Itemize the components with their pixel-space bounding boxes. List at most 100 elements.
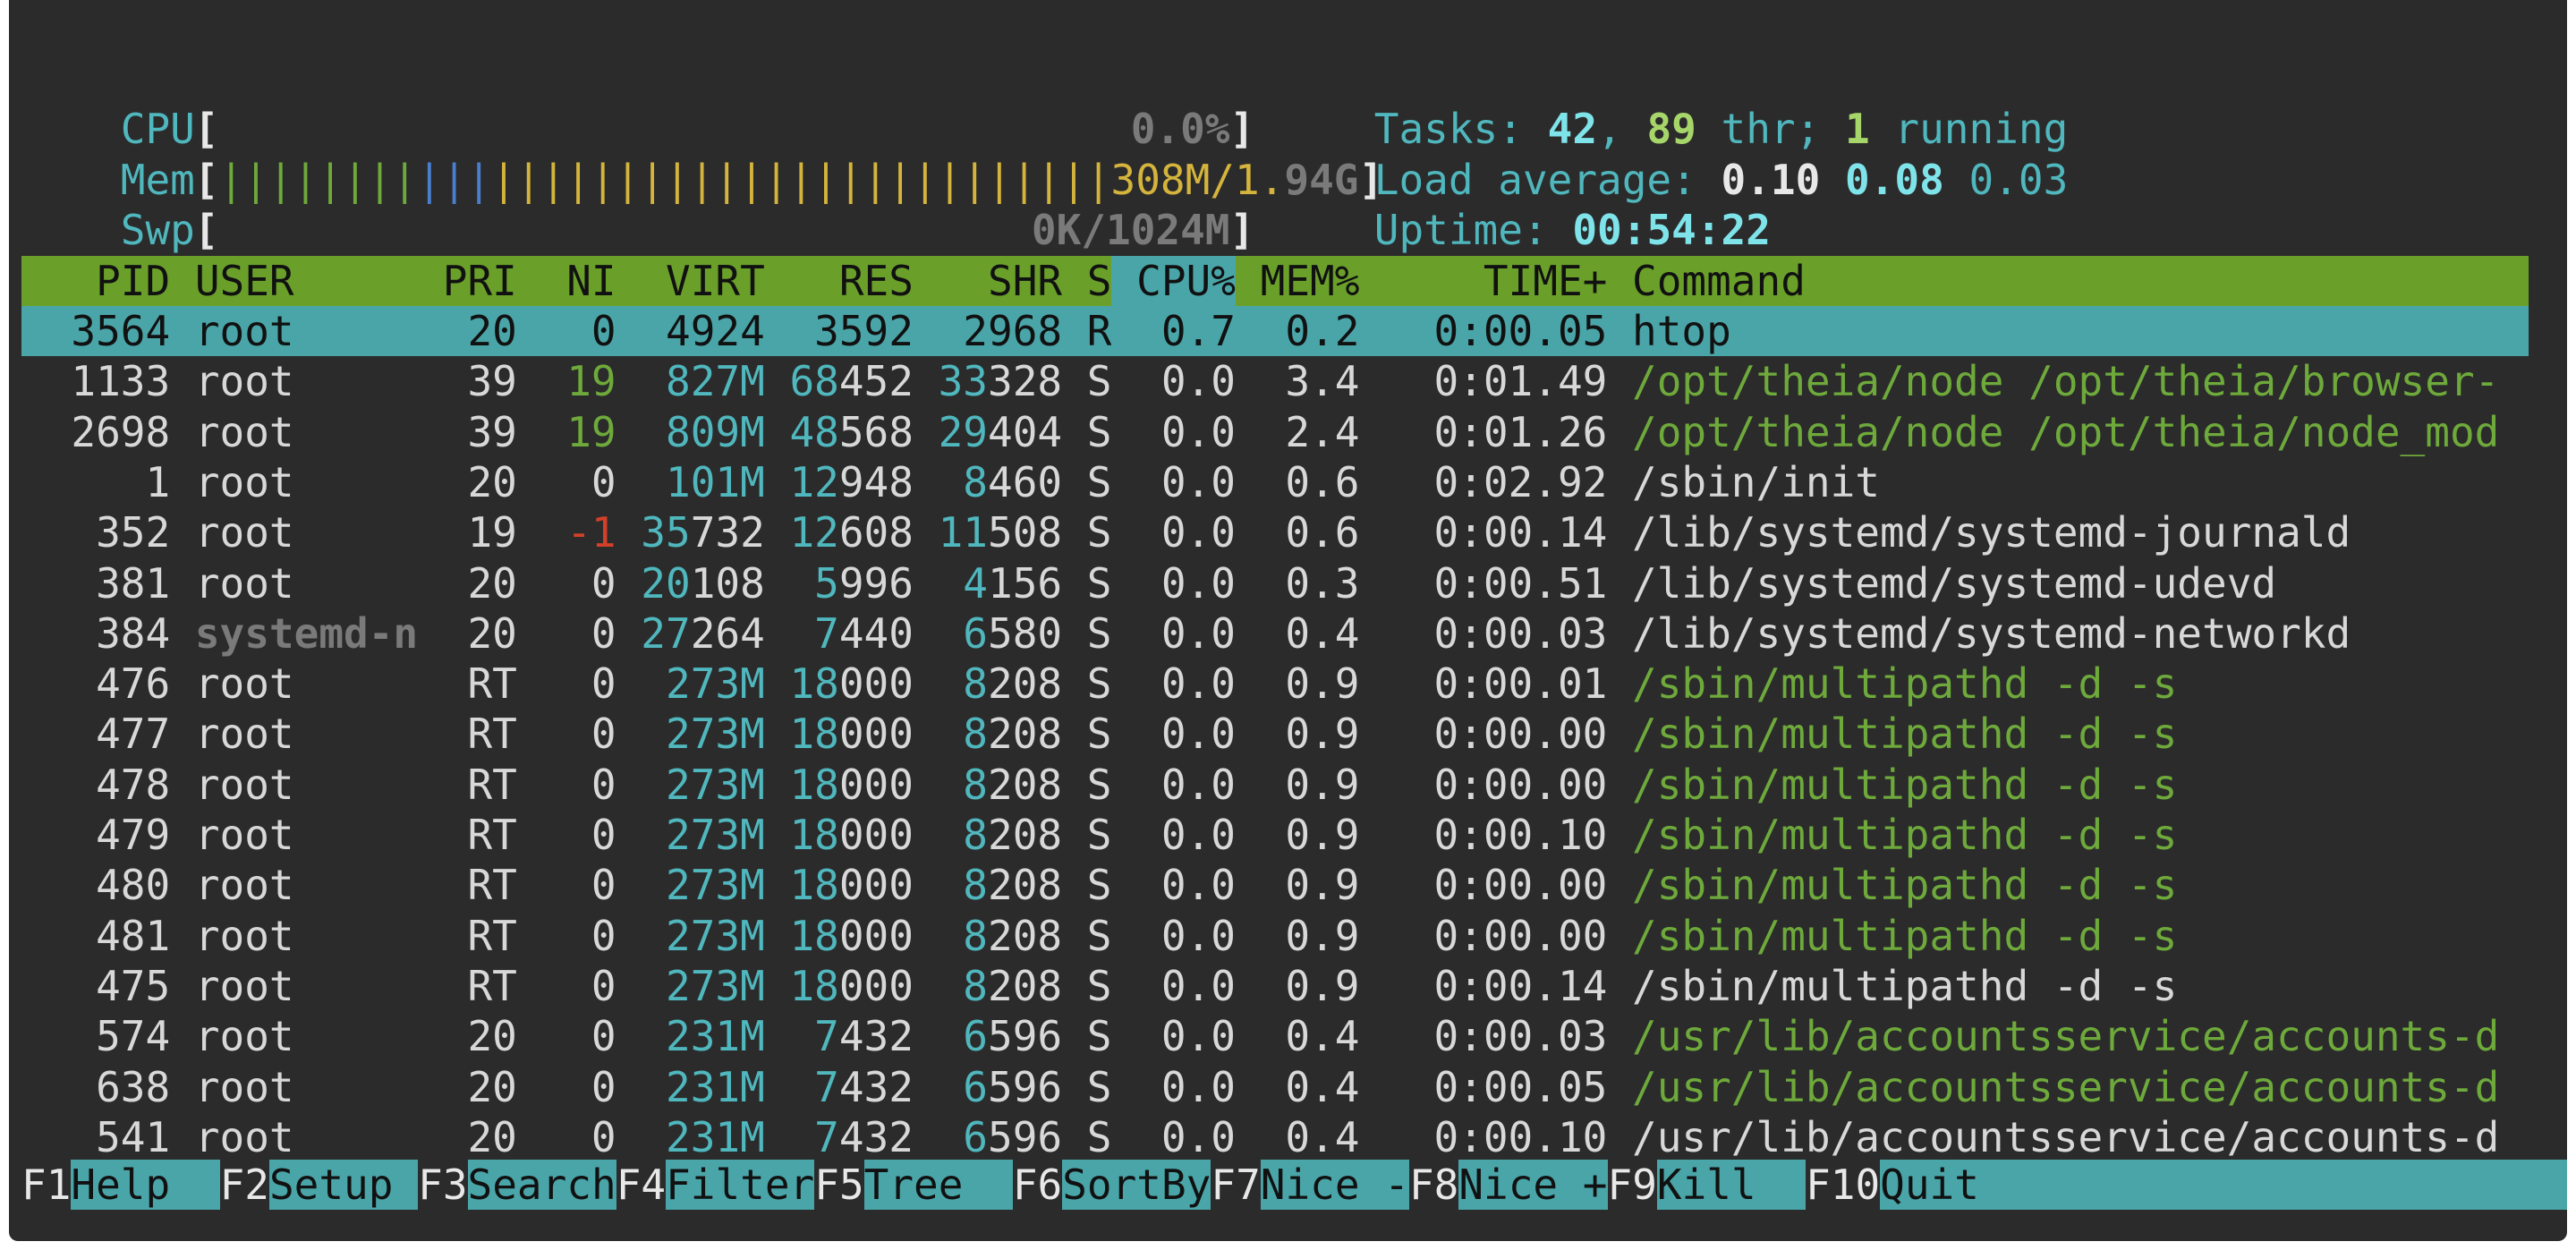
column-header-shr[interactable]: SHR	[914, 256, 1062, 306]
process-command: /lib/systemd/systemd-networkd	[1632, 608, 2351, 658]
column-header-state[interactable]: S	[1062, 256, 1112, 306]
process-time: 0:00.00	[1433, 911, 1608, 960]
process-pid: 479	[96, 811, 171, 859]
process-user: root	[194, 961, 294, 1010]
column-header-command[interactable]: Command	[1607, 256, 2524, 306]
fkey-f5[interactable]: F5	[814, 1160, 863, 1210]
process-mem: 0.6	[1285, 508, 1360, 557]
process-time: 0:00.03	[1433, 1012, 1608, 1061]
process-pri: 20	[467, 307, 517, 355]
fkey-label-f9[interactable]: Kill	[1656, 1160, 1807, 1210]
process-row[interactable]: 638 root 20 0 231M 7432 6596 S 0.0 0.4 0:00.05/usr…	[21, 1062, 2529, 1112]
process-pri: 39	[467, 407, 517, 456]
process-row[interactable]: 480 root RT 0 273M 18000 8208 S 0.0 0.9 0:00.00/sb…	[21, 860, 2529, 910]
process-state: S	[1086, 861, 1112, 910]
process-ni: 0	[591, 558, 616, 608]
process-row[interactable]: 1133 root 39 19 827M 68452 33328 S 0.0 3.4 0:01.49…	[21, 356, 2529, 406]
process-command: /opt/theia/node /opt/theia/browser-	[1632, 357, 2500, 406]
process-user: systemd-n	[194, 608, 419, 658]
process-shr: 8208	[963, 911, 1063, 960]
fkey-label-f7[interactable]: Nice -	[1260, 1160, 1409, 1210]
process-pri: RT	[467, 811, 517, 859]
process-pid: 478	[96, 760, 171, 809]
process-pid: 381	[96, 558, 171, 608]
process-row[interactable]: 574 root 20 0 231M 7432 6596 S 0.0 0.4 0:00.03/usr…	[21, 1011, 2529, 1061]
process-ni: 0	[591, 608, 616, 658]
process-shr: 8208	[963, 811, 1063, 859]
process-command: /sbin/multipathd -d -s	[1632, 911, 2178, 960]
process-pid: 476	[96, 659, 171, 709]
process-row[interactable]: 352 root 19 -1 35732 12608 11508 S 0.0 0.6 0:00.14…	[21, 507, 2529, 557]
process-ni: 19	[566, 407, 616, 456]
process-command: /sbin/multipathd -d -s	[1632, 710, 2178, 759]
process-pri: 20	[467, 1062, 517, 1111]
process-row[interactable]: 475 root RT 0 273M 18000 8208 S 0.0 0.9 0:00.14/sb…	[21, 961, 2529, 1011]
fkey-label-f8[interactable]: Nice +	[1458, 1160, 1608, 1210]
fkey-label-f5[interactable]: Tree	[863, 1160, 1013, 1210]
process-pri: RT	[467, 659, 517, 709]
column-header-res[interactable]: RES	[765, 256, 914, 306]
process-cpu: 0.0	[1160, 357, 1236, 406]
process-ni: 0	[591, 961, 616, 1010]
fkey-f2[interactable]: F2	[220, 1160, 269, 1210]
fkey-f9[interactable]: F9	[1608, 1160, 1657, 1210]
fkey-f10[interactable]: F10	[1806, 1160, 1880, 1210]
process-res: 12948	[789, 457, 914, 506]
process-res: 7440	[814, 608, 914, 658]
process-time: 0:00.14	[1433, 961, 1608, 1010]
process-virt: 827M	[666, 357, 765, 406]
column-header-user[interactable]: USER	[170, 256, 443, 306]
column-header-pri[interactable]: PRI	[443, 256, 517, 306]
fkey-f7[interactable]: F7	[1211, 1160, 1260, 1210]
process-row[interactable]: 384 systemd-n 20 0 27264 7440 6580 S 0.0 0.4 0:00.…	[21, 608, 2529, 659]
fkey-label-f3[interactable]: Search	[467, 1160, 616, 1210]
fkey-label-f6[interactable]: SortBy	[1062, 1160, 1211, 1210]
process-ni: 0	[591, 659, 616, 709]
process-row[interactable]: 3564 root 20 0 4924 3592 2968 R 0.7 0.2 0:00.05 hto…	[21, 306, 2529, 356]
process-row[interactable]: 381 root 20 0 20108 5996 4156 S 0.0 0.3 0:00.51/li…	[21, 558, 2529, 608]
column-header-cpu[interactable]: CPU%	[1111, 256, 1236, 306]
process-res: 7432	[814, 1112, 914, 1161]
process-command: /usr/lib/accountsservice/accounts-d	[1632, 1062, 2500, 1111]
fkey-f6[interactable]: F6	[1013, 1160, 1062, 1210]
process-ni: 0	[591, 861, 616, 910]
process-user: root	[194, 1062, 294, 1111]
process-mem: 0.9	[1285, 961, 1360, 1010]
process-row[interactable]: 541 root 20 0 231M 7432 6596 S 0.0 0.4 0:00.10/usr…	[21, 1112, 2529, 1162]
process-ni: 0	[591, 911, 616, 960]
process-row[interactable]: 2698 root 39 19 809M 48568 29404 S 0.0 2.4 0:01.26…	[21, 407, 2529, 457]
column-header-pid[interactable]: PID	[21, 256, 170, 306]
fkey-f3[interactable]: F3	[418, 1160, 467, 1210]
process-cpu: 0.0	[1160, 508, 1236, 557]
tasks-info: Tasks: 42, 89 thr; 1 running	[1373, 105, 2069, 153]
fkey-label-f1[interactable]: Help	[71, 1160, 220, 1210]
fkey-label-f2[interactable]: Setup	[268, 1160, 419, 1210]
column-header-mem[interactable]: MEM%	[1236, 256, 1360, 306]
process-res: 18000	[789, 961, 914, 1010]
fkey-f4[interactable]: F4	[616, 1160, 666, 1210]
fkey-label-f10[interactable]: Quit	[1880, 1160, 2567, 1210]
process-row[interactable]: 479 root RT 0 273M 18000 8208 S 0.0 0.9 0:00.10/sb…	[21, 810, 2529, 860]
process-row[interactable]: 1 root 20 0 101M 12948 8460 S 0.0 0.6 0:02.92/sbin…	[21, 457, 2529, 507]
process-pid: 541	[96, 1112, 171, 1161]
process-time: 0:00.00	[1433, 861, 1608, 910]
process-row[interactable]: 478 root RT 0 273M 18000 8208 S 0.0 0.9 0:00.00/sb…	[21, 760, 2529, 810]
process-row[interactable]: 481 root RT 0 273M 18000 8208 S 0.0 0.9 0:00.00/sb…	[21, 911, 2529, 961]
process-state: S	[1086, 1012, 1112, 1061]
process-user: root	[194, 558, 294, 608]
process-row[interactable]: 476 root RT 0 273M 18000 8208 S 0.0 0.9 0:00.01/sb…	[21, 659, 2529, 709]
column-header-virt[interactable]: VIRT	[616, 256, 765, 306]
process-state: S	[1086, 911, 1112, 960]
fkey-f1[interactable]: F1	[21, 1160, 71, 1210]
process-user: root	[194, 659, 294, 709]
process-user: root	[194, 508, 294, 557]
process-time: 0:00.00	[1433, 760, 1608, 809]
fkey-f8[interactable]: F8	[1409, 1160, 1458, 1210]
column-header-ni[interactable]: NI	[517, 256, 616, 306]
process-pid: 638	[96, 1062, 171, 1111]
process-pri: 20	[467, 558, 517, 608]
column-header-time[interactable]: TIME+	[1359, 256, 1607, 306]
process-user: root	[194, 307, 294, 355]
process-row[interactable]: 477 root RT 0 273M 18000 8208 S 0.0 0.9 0:00.00/sb…	[21, 709, 2529, 759]
fkey-label-f4[interactable]: Filter	[666, 1160, 815, 1210]
